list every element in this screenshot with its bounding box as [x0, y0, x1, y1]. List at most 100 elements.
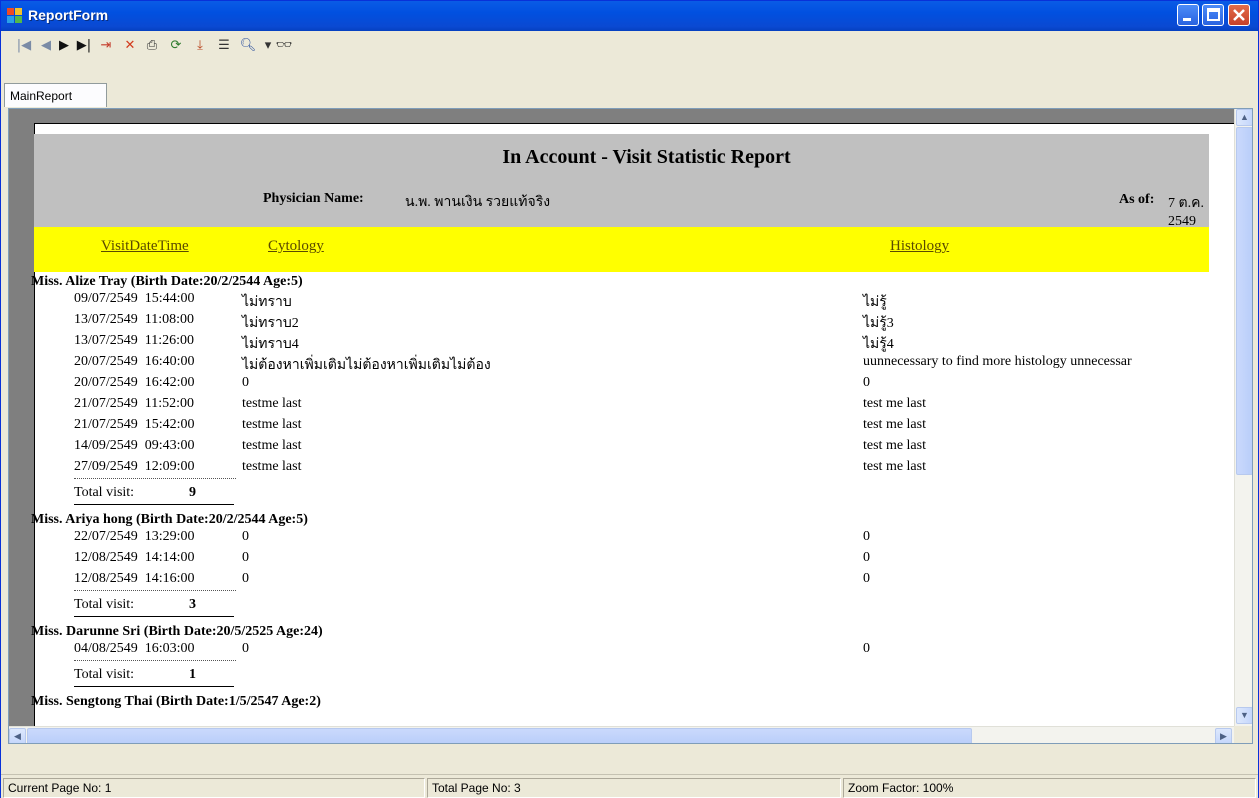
total-visit-count: 3 [189, 597, 196, 612]
table-row: 21/07/2549 11:52:00 testme last test me la… [74, 396, 1209, 417]
minimize-button[interactable] [1177, 4, 1199, 26]
histology-value: 0 [863, 550, 870, 565]
visit-datetime: 22/07/2549 13:29:00 [74, 529, 195, 544]
row-separator [74, 590, 236, 591]
visit-datetime: 20/07/2549 16:42:00 [74, 375, 195, 390]
report-title: In Account - Visit Statistic Report [502, 146, 791, 168]
histology-value: test me last [863, 396, 926, 411]
patient-group-header: Miss. Sengtong Thai (Birth Date:1/5/2547… [31, 694, 321, 709]
visit-datetime: 04/08/2549 16:03:00 [74, 641, 195, 656]
table-row: 04/08/2549 16:03:00 0 0 [74, 641, 1209, 662]
report-header: In Account - Visit Statistic Report Phys… [34, 134, 1209, 229]
visit-datetime: 14/09/2549 09:43:00 [74, 438, 195, 453]
scroll-down-icon[interactable]: ▼ [1236, 707, 1252, 724]
histology-value: test me last [863, 438, 926, 453]
close-report-icon[interactable]: ✕ [121, 36, 139, 54]
histology-value: 0 [863, 641, 870, 656]
total-visit-label: Total visit: [74, 667, 135, 682]
cytology-value: ไม่ต้องหาเพิ่มเติมไม่ต้องหาเพิ่มเติมไม่ต… [242, 358, 491, 373]
cytology-value: testme last [242, 417, 302, 432]
zoom-icon[interactable]: 🔍︎ [239, 36, 257, 54]
asof-label: As of: [1119, 192, 1155, 207]
search-text-icon[interactable]: 👓︎ [275, 36, 293, 54]
status-bar: Current Page No: 1 Total Page No: 3 Zoom… [1, 774, 1258, 798]
total-visit-label: Total visit: [74, 485, 135, 500]
column-header-visitdatetime[interactable]: VisitDateTime [101, 238, 189, 255]
last-page-icon[interactable]: ▶| [75, 36, 93, 54]
visit-datetime: 13/07/2549 11:08:00 [74, 312, 195, 327]
visit-datetime: 12/08/2549 14:14:00 [74, 550, 195, 565]
tab-mainreport[interactable]: MainReport [4, 83, 107, 107]
table-row: 22/07/2549 13:29:00 0 0 [74, 529, 1209, 550]
horizontal-scroll-thumb[interactable] [27, 728, 972, 743]
window-title: ReportForm [28, 7, 109, 23]
table-row: 13/07/2549 11:08:00 ไม่ทราบ2 ไม่รู้3 [74, 312, 1209, 333]
table-row: 09/07/2549 15:44:00 ไม่ทราบ ไม่รู้ [74, 291, 1209, 312]
refresh-icon[interactable]: ⟳ [167, 36, 185, 54]
visit-datetime: 21/07/2549 15:42:00 [74, 417, 195, 432]
horizontal-scrollbar[interactable]: ◀ ▶ [9, 726, 1234, 743]
row-separator [74, 478, 236, 479]
vertical-scroll-thumb[interactable] [1236, 127, 1252, 475]
patient-group-header: Miss. Darunne Sri (Birth Date:20/5/2525 … [31, 624, 323, 639]
physician-label: Physician Name: [263, 191, 364, 206]
status-zoom-factor: Zoom Factor: 100% [843, 778, 1256, 798]
histology-value: ไม่รู้3 [863, 316, 894, 331]
patient-group-header: Miss. Alize Tray (Birth Date:20/2/2544 A… [31, 274, 303, 289]
scroll-right-icon[interactable]: ▶ [1215, 728, 1232, 743]
report-toolbar: |◀ ◀ ▶ ▶| ⇥ ✕ ⎙ ⟳ ⤓ ☰ 🔍︎ ▾ 👓︎ [1, 31, 1258, 59]
status-current-page: Current Page No: 1 [3, 778, 425, 798]
cytology-value: testme last [242, 396, 302, 411]
table-row: 12/08/2549 14:14:00 0 0 [74, 550, 1209, 571]
scroll-left-icon[interactable]: ◀ [9, 728, 26, 743]
table-row: 12/08/2549 14:16:00 0 0 [74, 571, 1209, 592]
table-row: 13/07/2549 11:26:00 ไม่ทราบ4 ไม่รู้4 [74, 333, 1209, 354]
scroll-up-icon[interactable]: ▲ [1236, 109, 1252, 126]
minimize-icon [1183, 18, 1191, 21]
cytology-value: testme last [242, 438, 302, 453]
visit-datetime: 12/08/2549 14:16:00 [74, 571, 195, 586]
goto-page-icon[interactable]: ⇥ [97, 36, 115, 54]
visit-datetime: 09/07/2549 15:44:00 [74, 291, 195, 306]
histology-value: test me last [863, 417, 926, 432]
table-row: 27/09/2549 12:09:00 testme last test me la… [74, 459, 1209, 480]
total-visit-count: 1 [189, 667, 196, 682]
column-header-band: VisitDateTime Cytology Histology [34, 227, 1209, 272]
cytology-value: 0 [242, 529, 249, 544]
column-header-histology[interactable]: Histology [890, 238, 949, 255]
first-page-icon[interactable]: |◀ [15, 36, 33, 54]
previous-page-icon[interactable]: ◀ [37, 36, 55, 54]
cytology-value: 0 [242, 571, 249, 586]
table-row: 21/07/2549 15:42:00 testme last test me la… [74, 417, 1209, 438]
histology-value: 0 [863, 529, 870, 544]
tab-strip: MainReport [1, 59, 1258, 108]
asof-value: 7 ต.ค. 2549 [1168, 196, 1204, 229]
table-row: 14/09/2549 09:43:00 testme last test me la… [74, 438, 1209, 459]
close-icon [1233, 9, 1245, 21]
maximize-button[interactable] [1202, 4, 1224, 26]
report-data: Miss. Alize Tray (Birth Date:20/2/2544 A… [9, 272, 1209, 732]
vertical-scrollbar[interactable]: ▲ ▼ [1234, 109, 1252, 726]
visit-datetime: 27/09/2549 12:09:00 [74, 459, 195, 474]
histology-value: uunnecessary to find more histology unne… [863, 354, 1132, 369]
title-bar[interactable]: ReportForm [1, 1, 1258, 31]
report-viewer: In Account - Visit Statistic Report Phys… [8, 108, 1253, 744]
total-visit-row: Total visit: 3 [74, 595, 234, 617]
total-visit-count: 9 [189, 485, 196, 500]
row-separator [74, 660, 236, 661]
group-tree-icon[interactable]: ☰ [215, 36, 233, 54]
cytology-value: 0 [242, 641, 249, 656]
close-button[interactable] [1228, 4, 1250, 26]
physician-name: น.พ. พานเงิน รวยแท้จริง [405, 195, 551, 210]
table-row: 20/07/2549 16:40:00 ไม่ต้องหาเพิ่มเติมไม่… [74, 354, 1209, 375]
total-visit-row: Total visit: 1 [74, 665, 234, 687]
histology-value: 0 [863, 375, 870, 390]
print-icon[interactable]: ⎙ [143, 36, 161, 54]
total-visit-row: Total visit: 9 [74, 483, 234, 505]
cytology-value: ไม่ทราบ4 [242, 337, 299, 352]
table-row: 20/07/2549 16:42:00 0 0 [74, 375, 1209, 396]
next-page-icon[interactable]: ▶ [55, 36, 73, 54]
cytology-value: ไม่ทราบ [242, 295, 292, 310]
column-header-cytology[interactable]: Cytology [268, 238, 324, 255]
export-icon[interactable]: ⤓ [191, 36, 209, 54]
